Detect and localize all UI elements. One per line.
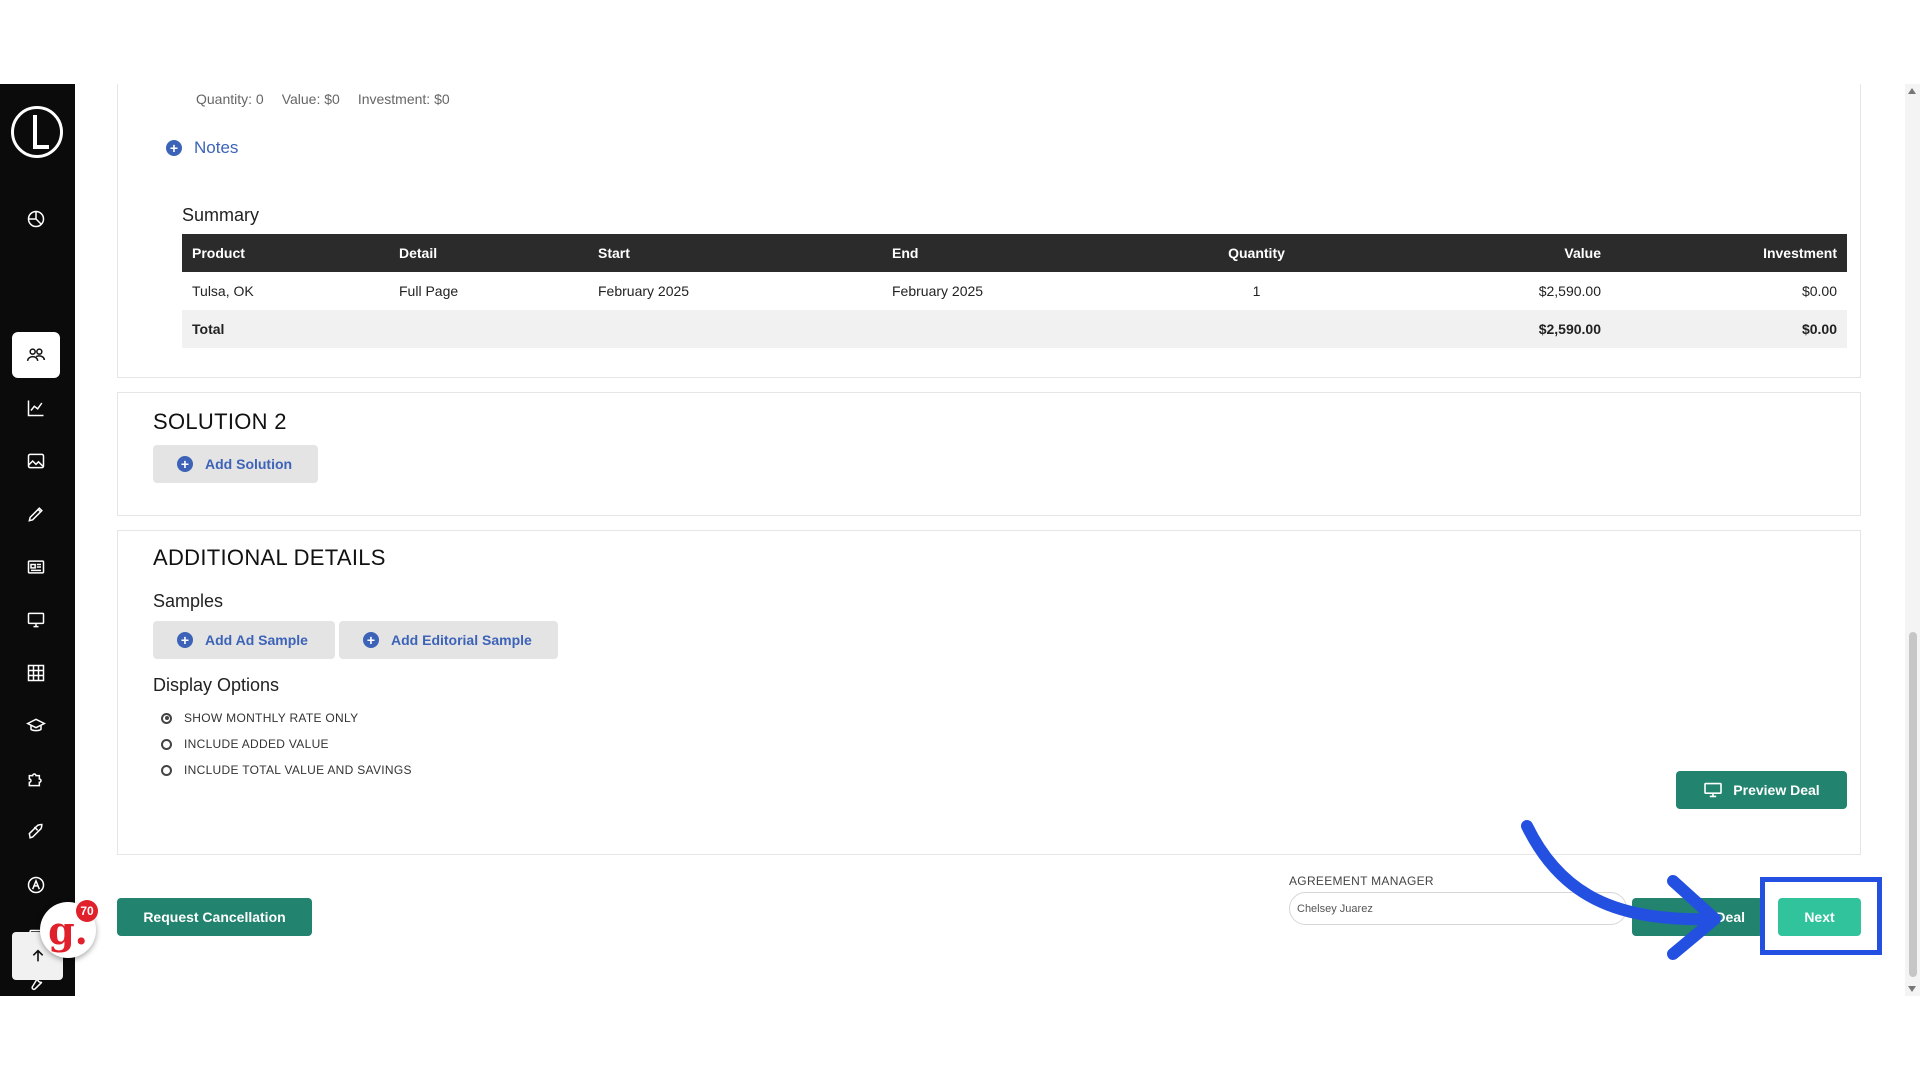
col-product: Product [182, 234, 389, 272]
puzzle-icon [28, 773, 42, 787]
plus-circle-icon: + [363, 632, 379, 648]
col-detail: Detail [389, 234, 588, 272]
col-end: End [882, 234, 1142, 272]
meta-quantity: Quantity: 0 [196, 91, 264, 107]
grid-icon [27, 664, 45, 682]
col-investment: Investment [1611, 234, 1847, 272]
radio-unselected[interactable] [161, 764, 172, 776]
sidebar-item-reports[interactable] [12, 385, 60, 431]
radio-selected[interactable] [161, 712, 172, 724]
cell-investment: $0.00 [1801, 283, 1837, 299]
vertical-scrollbar[interactable] [1905, 84, 1920, 996]
option-label: INCLUDE ADDED VALUE [184, 737, 329, 751]
solution-meta: Quantity: 0 Value: $0 Investment: $0 [196, 91, 450, 107]
graduation-cap-icon [26, 718, 46, 732]
summary-table: Product Detail Start End Quantity Value … [182, 234, 1847, 348]
plus-circle-icon: + [177, 632, 193, 648]
samples-title: Samples [153, 591, 224, 611]
total-row: Total $2,590.00 $0.00 [182, 310, 1847, 348]
scroll-up-icon[interactable] [1908, 88, 1916, 94]
solution-2-card: SOLUTION 2 + Add Solution [117, 392, 1861, 516]
cell-detail: Full Page [399, 283, 459, 299]
solution-1-card: Quantity: 0 Value: $0 Investment: $0 + N… [117, 84, 1861, 378]
notes-toggle[interactable]: + Notes [166, 138, 238, 158]
cell-end: February 2025 [892, 283, 984, 299]
sidebar-item-training[interactable] [12, 703, 60, 749]
option-include-total-value[interactable]: INCLUDE TOTAL VALUE AND SAVINGS [161, 763, 412, 777]
option-include-added-value[interactable]: INCLUDE ADDED VALUE [161, 737, 329, 751]
option-show-monthly-rate[interactable]: SHOW MONTHLY RATE ONLY [161, 711, 358, 725]
request-cancellation-button[interactable]: Request Cancellation [117, 898, 312, 936]
agreement-manager-field[interactable]: Chelsey Juarez [1289, 892, 1627, 925]
sidebar [0, 84, 75, 996]
sidebar-item-media[interactable] [12, 438, 60, 484]
monitor-icon [1704, 782, 1723, 798]
total-value: $2,590.00 [1371, 310, 1611, 348]
table-row: Tulsa, OK Full Page February 2025 Februa… [182, 272, 1847, 310]
cell-value: $2,590.00 [1538, 283, 1601, 299]
scroll-down-icon[interactable] [1908, 986, 1916, 992]
meta-investment: Investment: $0 [357, 91, 450, 107]
add-solution-label: Add Solution [205, 456, 293, 472]
sidebar-item-edit[interactable] [12, 491, 60, 537]
option-label: SHOW MONTHLY RATE ONLY [184, 711, 359, 725]
summary-title: Summary [182, 205, 260, 225]
notes-label: Notes [194, 138, 239, 157]
image-icon [27, 453, 45, 469]
sidebar-item-display[interactable] [12, 597, 60, 643]
cell-product: Tulsa, OK [192, 283, 254, 299]
users-icon [26, 348, 46, 361]
plus-circle-icon: + [166, 140, 182, 156]
logo-icon[interactable] [11, 106, 63, 158]
option-label: INCLUDE TOTAL VALUE AND SAVINGS [184, 763, 412, 777]
deal-label: Deal [1715, 909, 1745, 925]
additional-details-card: ADDITIONAL DETAILS Samples + Add Ad Samp… [117, 530, 1861, 855]
g-badge-count: 70 [76, 900, 98, 922]
agreement-manager-label: AGREEMENT MANAGER [1289, 874, 1434, 888]
monitor-icon [27, 612, 45, 628]
rocket-icon [28, 823, 43, 839]
additional-details-title: ADDITIONAL DETAILS [153, 545, 386, 570]
col-value: Value [1371, 234, 1611, 272]
newspaper-icon [27, 560, 45, 574]
sidebar-item-integrations[interactable] [12, 756, 60, 802]
request-cancellation-label: Request Cancellation [143, 909, 286, 925]
solution-2-title: SOLUTION 2 [153, 409, 287, 434]
g-badge-icon[interactable]: g. 70 [40, 900, 98, 958]
preview-deal-button[interactable]: Preview Deal [1676, 771, 1847, 809]
add-solution-button[interactable]: + Add Solution [153, 445, 318, 483]
chart-line-icon [27, 400, 44, 417]
highlight-box [1760, 877, 1882, 955]
cell-start: February 2025 [598, 283, 690, 299]
meta-value: Value: $0 [281, 91, 340, 107]
arrow-up-icon [32, 949, 43, 962]
sidebar-item-users[interactable] [12, 332, 60, 378]
add-editorial-sample-label: Add Editorial Sample [391, 632, 532, 648]
col-start: Start [588, 234, 882, 272]
sidebar-item-news[interactable] [12, 544, 60, 590]
add-editorial-sample-button[interactable]: + Add Editorial Sample [339, 621, 558, 659]
sidebar-item-typography[interactable] [12, 862, 60, 908]
sidebar-item-launch[interactable] [12, 809, 60, 855]
add-ad-sample-label: Add Ad Sample [205, 632, 308, 648]
add-ad-sample-button[interactable]: + Add Ad Sample [153, 621, 335, 659]
cell-quantity: 1 [1252, 283, 1261, 299]
summary-header-row: Product Detail Start End Quantity Value … [182, 234, 1847, 272]
total-investment: $0.00 [1611, 310, 1847, 348]
radio-unselected[interactable] [161, 738, 172, 750]
sidebar-item-dashboard[interactable] [12, 196, 60, 242]
preview-deal-label: Preview Deal [1733, 782, 1820, 798]
app-window: g. 70 Quantity: 0 Value: $0 Investment: … [0, 84, 1920, 996]
scrollbar-thumb[interactable] [1909, 632, 1917, 977]
plus-circle-icon: + [177, 456, 193, 472]
pencil-icon [28, 507, 43, 522]
total-label: Total [182, 310, 389, 348]
sidebar-item-grid[interactable] [12, 650, 60, 696]
col-quantity: Quantity [1142, 234, 1371, 272]
palette-icon [27, 210, 45, 228]
font-icon [27, 876, 45, 894]
save-deal-button[interactable]: Deal [1632, 898, 1763, 936]
display-options-title: Display Options [153, 675, 280, 695]
